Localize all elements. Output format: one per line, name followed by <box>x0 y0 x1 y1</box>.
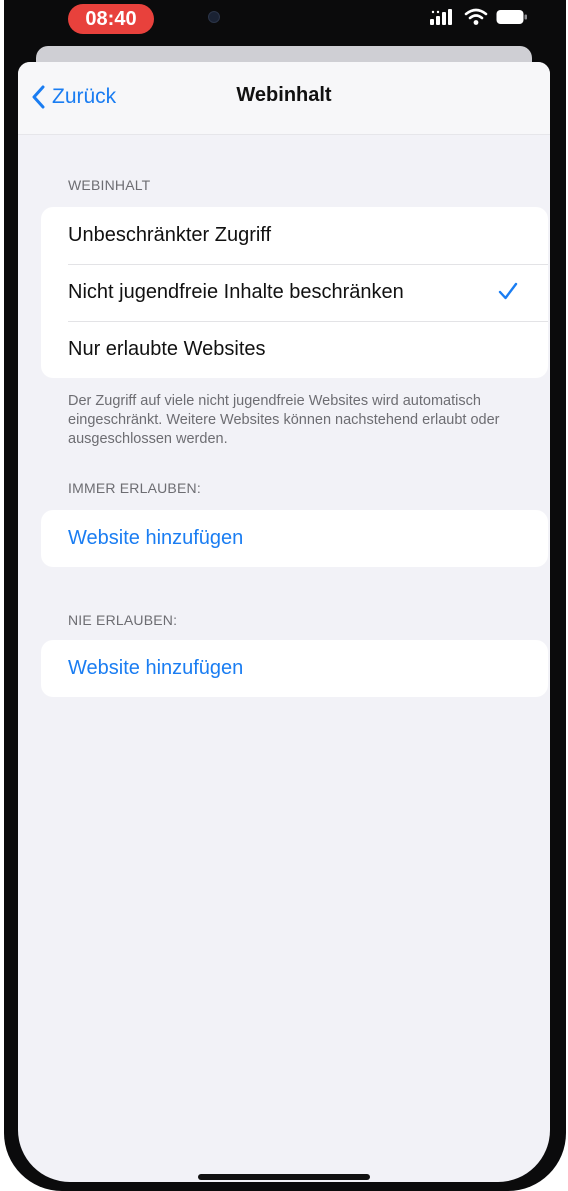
checkmark-icon <box>498 282 518 300</box>
option-label: Unbeschränkter Zugriff <box>68 224 272 246</box>
signal-icon <box>430 8 456 31</box>
navigation-bar: Zurück Webinhalt <box>18 62 550 135</box>
option-nicht-jugendfreie-inhalte[interactable]: Nicht jugendfreie Inhalte beschränken <box>41 264 548 321</box>
add-always-allowed-website-button[interactable]: Website hinzufügen <box>41 510 548 567</box>
phone-frame: 08:40 Zurück Webinhalt WEBINHALT Unbesch… <box>0 0 568 1191</box>
webinhalt-footnote: Der Zugriff auf viele nicht jugendfreie … <box>68 393 500 447</box>
wifi-icon <box>464 8 488 31</box>
never-allow-group: Website hinzufügen <box>41 640 548 697</box>
section-header-nie-erlauben: NIE ERLAUBEN: <box>68 612 178 628</box>
option-label: Nicht jugendfreie Inhalte beschränken <box>68 281 404 303</box>
status-icons <box>430 6 528 32</box>
option-nur-erlaubte-websites[interactable]: Nur erlaubte Websites <box>41 321 548 378</box>
section-header-webinhalt: WEBINHALT <box>68 177 151 193</box>
option-unbeschraenkter-zugriff[interactable]: Unbeschränkter Zugriff <box>41 207 548 264</box>
webinhalt-options-group: Unbeschränkter Zugriff Nicht jugendfreie… <box>41 207 548 378</box>
status-time[interactable]: 08:40 <box>68 4 154 34</box>
page-title: Webinhalt <box>236 84 332 106</box>
add-website-label: Website hinzufügen <box>68 527 244 549</box>
section-header-immer-erlauben: IMMER ERLAUBEN: <box>68 480 201 496</box>
add-website-label: Website hinzufügen <box>68 657 244 679</box>
settings-screen: Zurück Webinhalt WEBINHALT Unbeschränkte… <box>18 62 550 1182</box>
status-bar: 08:40 <box>20 0 550 40</box>
option-label: Nur erlaubte Websites <box>68 338 266 360</box>
home-indicator[interactable] <box>198 1174 370 1180</box>
always-allow-group: Website hinzufügen <box>41 510 548 567</box>
battery-icon <box>496 8 528 31</box>
add-never-allowed-website-button[interactable]: Website hinzufügen <box>41 640 548 697</box>
front-camera-icon <box>208 11 220 23</box>
